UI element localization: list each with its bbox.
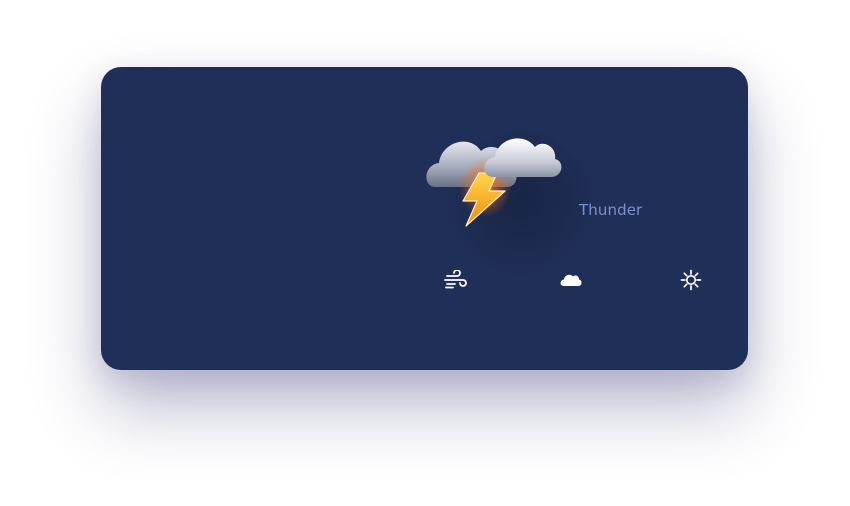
sun-icon	[680, 269, 702, 291]
wind-option-button[interactable]	[441, 265, 471, 295]
weather-card: Thunder	[101, 67, 748, 370]
condition-label: Thunder	[579, 201, 643, 219]
wind-icon	[444, 270, 467, 289]
cloud-option-button[interactable]	[556, 265, 586, 295]
page: Thunder	[0, 0, 850, 506]
sun-option-button[interactable]	[676, 265, 706, 295]
cloud-icon	[560, 274, 582, 286]
thunderstorm-icon	[421, 125, 563, 235]
